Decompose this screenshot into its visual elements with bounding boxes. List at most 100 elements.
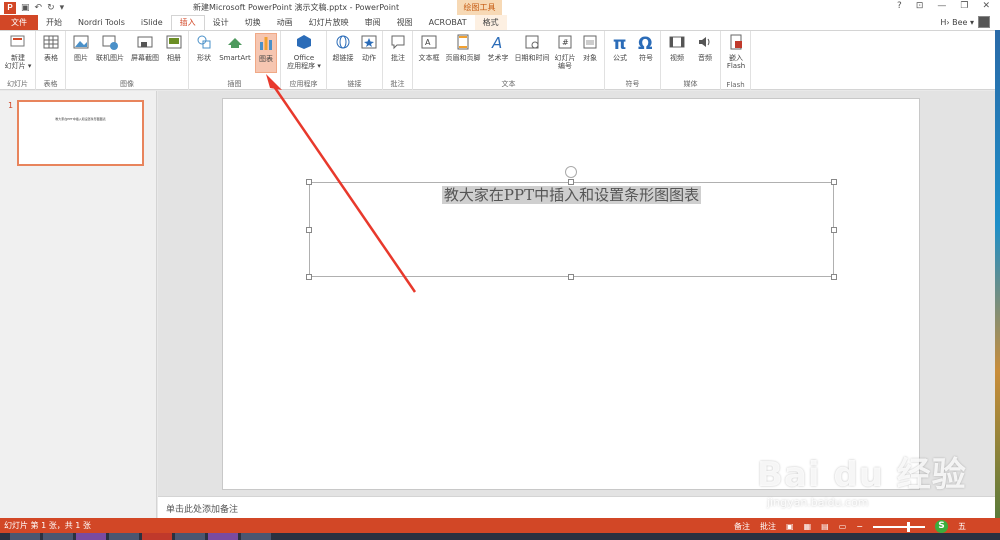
drawing-tools-context-label: 绘图工具 (457, 0, 502, 15)
resize-handle[interactable] (831, 227, 837, 233)
close-icon[interactable]: ✕ (982, 1, 990, 11)
smartart-button[interactable]: SmartArt (217, 33, 253, 62)
screenshot-icon (137, 36, 153, 48)
slide-thumbnail[interactable]: 教大家在PPT中插入和设置条形图图表 (17, 100, 144, 166)
svg-text:A: A (425, 38, 431, 47)
new-slide-button[interactable]: 新建 幻灯片 ▾ (2, 33, 34, 70)
comment-button[interactable]: 批注 (387, 33, 409, 62)
ribbon-display-icon[interactable]: ⊡ (916, 1, 924, 11)
resize-handle[interactable] (831, 274, 837, 280)
group-label-slides: 幻灯片 (7, 80, 28, 88)
group-apps: Office 应用程序 ▾ 应用程序 (281, 31, 327, 90)
group-links: 超链接 动作 链接 (327, 31, 383, 90)
tab-view[interactable]: 视图 (389, 15, 421, 30)
slide-sorter-icon[interactable]: ▦ (804, 522, 812, 531)
slide-title[interactable]: 教大家在PPT中插入和设置条形图图表 (309, 184, 834, 205)
watermark-logo-text: Bai du 经验 (757, 455, 967, 495)
video-button[interactable]: 视频 (665, 33, 689, 62)
group-text: A 文本框 页眉和页脚 A 艺术字 日期和时间 # 幻灯片 编号 对象 文本 (413, 31, 605, 90)
taskbar-item[interactable] (76, 533, 106, 540)
normal-view-icon[interactable]: ▣ (786, 522, 794, 531)
slide-number: 1 (8, 101, 14, 110)
svg-text:Ω: Ω (638, 34, 652, 51)
screenshot-button[interactable]: 屏幕截图 (128, 33, 162, 62)
shapes-icon (197, 35, 211, 49)
resize-handle[interactable] (306, 179, 312, 185)
taskbar-item[interactable] (208, 533, 238, 540)
wordart-button[interactable]: A 艺术字 (484, 33, 512, 62)
photo-album-button[interactable]: 相册 (164, 33, 184, 62)
ime-mode[interactable]: 五 (958, 521, 966, 532)
tab-file[interactable]: 文件 (0, 15, 38, 30)
object-icon (583, 35, 597, 49)
tab-format[interactable]: 格式 (474, 15, 507, 30)
rotate-handle-icon[interactable] (565, 166, 577, 178)
tab-design[interactable]: 设计 (205, 15, 237, 30)
taskbar-item[interactable] (175, 533, 205, 540)
table-button[interactable]: 表格 (40, 33, 62, 62)
header-footer-button[interactable]: 页眉和页脚 (443, 33, 483, 62)
group-label-flash: Flash (726, 81, 745, 89)
help-icon[interactable]: ? (897, 1, 902, 11)
ime-badge-icon[interactable]: S (935, 520, 948, 533)
tab-animations[interactable]: 动画 (269, 15, 301, 30)
group-symbols: π 公式 Ω 符号 符号 (605, 31, 661, 90)
save-icon[interactable]: ▣ (21, 2, 30, 14)
undo-icon[interactable]: ↶ (35, 2, 43, 14)
office-apps-button[interactable]: Office 应用程序 ▾ (284, 33, 324, 70)
tab-home[interactable]: 开始 (38, 15, 70, 30)
restore-icon[interactable]: ❐ (960, 1, 968, 11)
equation-button[interactable]: π 公式 (609, 33, 631, 62)
comments-toggle-button[interactable]: 批注 (760, 521, 776, 532)
reading-view-icon[interactable]: ▤ (821, 522, 829, 531)
object-button[interactable]: 对象 (579, 33, 601, 62)
tab-slideshow[interactable]: 幻灯片放映 (301, 15, 357, 30)
action-button[interactable]: 动作 (358, 33, 380, 62)
taskbar-item[interactable] (10, 533, 40, 540)
taskbar-item[interactable] (43, 533, 73, 540)
avatar (978, 16, 990, 28)
resize-handle[interactable] (568, 179, 574, 185)
tab-transitions[interactable]: 切换 (237, 15, 269, 30)
resize-handle[interactable] (306, 274, 312, 280)
chart-icon (260, 37, 272, 50)
taskbar-item[interactable] (241, 533, 271, 540)
slide-number-button[interactable]: # 幻灯片 编号 (553, 33, 577, 70)
zoom-slider[interactable] (873, 521, 925, 532)
picture-button[interactable]: 图片 (70, 33, 92, 62)
embed-flash-button[interactable]: 嵌入 Flash (724, 33, 748, 70)
header-footer-icon (457, 34, 469, 50)
tab-review[interactable]: 审阅 (357, 15, 389, 30)
slideshow-icon[interactable]: ▭ (839, 522, 847, 531)
resize-handle[interactable] (568, 274, 574, 280)
taskbar-item[interactable] (109, 533, 139, 540)
datetime-button[interactable]: 日期和时间 (512, 33, 552, 62)
tab-nordri-tools[interactable]: Nordri Tools (70, 15, 133, 30)
customize-qat-icon[interactable]: ▾ (60, 2, 65, 14)
minimize-icon[interactable]: — (937, 1, 946, 11)
tab-insert[interactable]: 插入 (170, 15, 205, 30)
zoom-out-icon[interactable]: − (856, 522, 863, 531)
group-tables: 表格 表格 (36, 31, 66, 90)
symbol-button[interactable]: Ω 符号 (635, 33, 657, 62)
slide-canvas[interactable] (222, 98, 920, 490)
os-taskbar (0, 533, 1000, 540)
hyperlink-button[interactable]: 超链接 (330, 33, 356, 62)
redo-icon[interactable]: ↻ (47, 2, 55, 14)
resize-handle[interactable] (831, 179, 837, 185)
flash-icon (730, 34, 742, 50)
resize-handle[interactable] (306, 227, 312, 233)
zoom-slider-knob[interactable] (907, 521, 910, 532)
powerpoint-logo-icon: P (4, 1, 16, 14)
online-picture-button[interactable]: 联机图片 (94, 33, 126, 62)
audio-button[interactable]: 音频 (693, 33, 717, 62)
user-account[interactable]: H› Bee ▾ (940, 16, 990, 28)
taskbar-item[interactable] (142, 533, 172, 540)
notes-toggle-button[interactable]: 备注 (734, 521, 750, 532)
shapes-button[interactable]: 形状 (193, 33, 215, 62)
tab-islide[interactable]: iSlide (133, 15, 171, 30)
omega-symbol-icon: Ω (638, 34, 652, 54)
textbox-button[interactable]: A 文本框 (415, 33, 443, 62)
chart-button[interactable]: 图表 (255, 33, 277, 73)
tab-acrobat[interactable]: ACROBAT (421, 15, 475, 30)
